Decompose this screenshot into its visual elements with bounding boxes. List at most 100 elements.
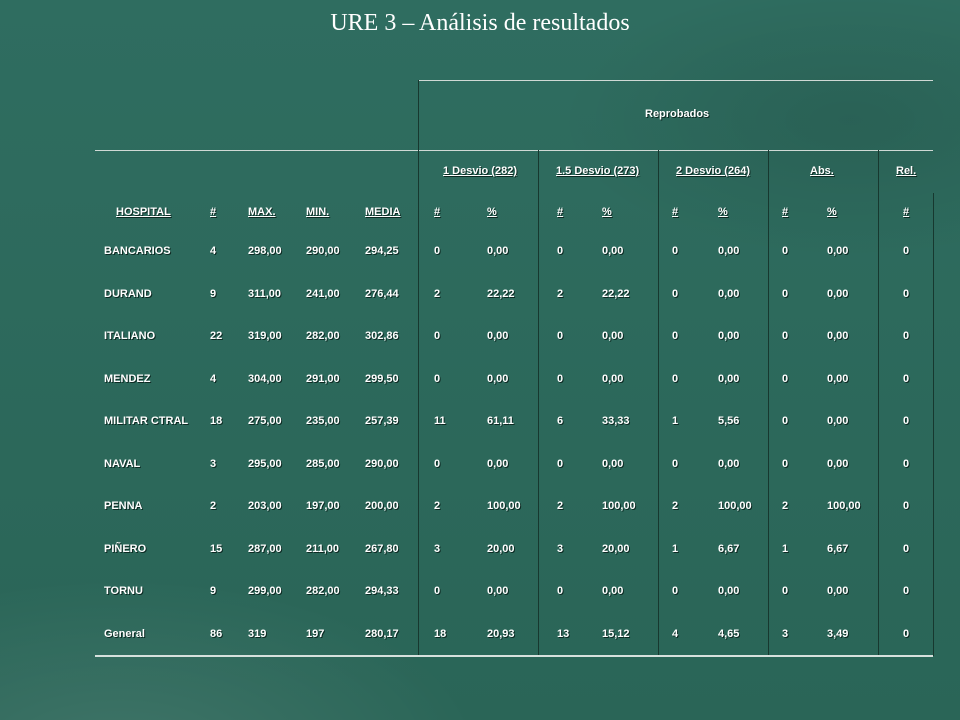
table-cell: 2 <box>210 500 217 512</box>
table-cell: 0 <box>782 585 789 597</box>
table-cell: 197,00 <box>306 500 340 512</box>
table-cell: 4,65 <box>718 627 740 640</box>
table-cell: 197 <box>306 627 325 640</box>
table-cell: 0 <box>557 457 564 470</box>
table-cell: 294,25 <box>365 245 399 257</box>
table-bottom-border <box>95 655 933 657</box>
table-cell: 294,33 <box>365 585 399 597</box>
table-cell: 3 <box>782 627 789 640</box>
table-cell: 15 <box>210 542 223 555</box>
table-cell: 0 <box>672 245 679 257</box>
rel-left-border <box>878 150 879 656</box>
desvio-header: 1.5 Desvio (273) <box>556 165 640 177</box>
table-cell: 319,00 <box>248 330 282 342</box>
table-cell: 0,00 <box>602 457 624 470</box>
table-cell: 20,93 <box>487 627 515 640</box>
table-cell: 0 <box>434 585 441 597</box>
table-cell: TORNU <box>104 585 143 597</box>
table-cell: 1 <box>782 542 789 555</box>
table-cell: 0 <box>434 372 441 385</box>
table-cell: 3,49 <box>827 627 849 640</box>
column-header: HOSPITAL <box>116 206 171 218</box>
reprobados-header: Reprobados <box>645 108 710 120</box>
table-cell: 0 <box>903 330 910 342</box>
table-cell: 0 <box>903 287 910 300</box>
table-cell: 100,00 <box>487 500 521 512</box>
table-cell: 290,00 <box>306 245 340 257</box>
desvio-header: 2 Desvio (264) <box>676 165 750 177</box>
table-cell: 298,00 <box>248 245 282 257</box>
table-cell: 20,00 <box>602 542 630 555</box>
table-cell: 4 <box>210 372 217 385</box>
table-cell: 299,50 <box>365 372 399 385</box>
table-cell: 4 <box>210 245 217 257</box>
desvio-2-left-border <box>658 150 659 656</box>
table-cell: 0 <box>672 585 679 597</box>
reprobados-left-border <box>418 80 419 656</box>
table-cell: 0,00 <box>718 372 740 385</box>
table-cell: 9 <box>210 585 217 597</box>
table-cell: 0 <box>903 542 910 555</box>
table-cell: DURAND <box>104 287 152 300</box>
table-cell: 61,11 <box>487 415 514 427</box>
abs-left-border <box>768 150 769 656</box>
table-cell: ITALIANO <box>104 330 156 342</box>
table-cell: 0 <box>903 372 910 385</box>
table-cell: 304,00 <box>248 372 282 385</box>
header-subgroup-border <box>95 150 933 151</box>
table-cell: 2 <box>672 500 679 512</box>
column-header: MIN. <box>306 206 330 218</box>
table-cell: 100,00 <box>718 500 752 512</box>
table-cell: 15,12 <box>602 627 630 640</box>
table-cell: 0 <box>782 372 789 385</box>
table-cell: 3 <box>557 542 564 555</box>
column-header: # <box>782 206 789 218</box>
table-cell: 287,00 <box>248 542 282 555</box>
table-cell: 200,00 <box>365 500 399 512</box>
column-header: MAX. <box>248 206 276 218</box>
table-cell: 0,00 <box>602 372 624 385</box>
column-header: # <box>434 206 441 218</box>
table-cell: 13 <box>557 627 570 640</box>
table-cell: 0,00 <box>487 585 509 597</box>
table-cell: 0,00 <box>718 457 740 470</box>
desvio-header: Abs. <box>810 165 834 177</box>
table-cell: 282,00 <box>306 330 340 342</box>
table-cell: 3 <box>434 542 441 555</box>
table-cell: BANCARIOS <box>104 245 171 257</box>
column-header: # <box>903 206 910 218</box>
header-top-border <box>418 80 933 81</box>
table-cell: 0,00 <box>827 415 849 427</box>
table-cell: 311,00 <box>248 287 282 300</box>
column-header: % <box>827 206 837 218</box>
column-header: MEDIA <box>365 206 401 218</box>
table-cell: 1 <box>672 542 679 555</box>
table-cell: 280,17 <box>365 627 399 640</box>
table-cell: 0 <box>903 627 910 640</box>
table-cell: 0 <box>557 372 564 385</box>
table-cell: 11 <box>434 415 446 427</box>
table-cell: 0,00 <box>718 330 740 342</box>
table-cell: MILITAR CTRAL <box>104 415 189 427</box>
column-header: # <box>557 206 564 218</box>
table-cell: 0 <box>903 415 910 427</box>
table-cell: 2 <box>557 500 564 512</box>
table-cell: 0,00 <box>718 287 740 300</box>
table-cell: 0,00 <box>602 245 624 257</box>
table-cell: 211,00 <box>306 542 340 555</box>
table-cell: 18 <box>210 415 223 427</box>
table-cell: 267,80 <box>365 542 399 555</box>
table-cell: 0,00 <box>487 245 509 257</box>
column-header: % <box>718 206 728 218</box>
table-cell: 0 <box>434 245 441 257</box>
table-cell: 203,00 <box>248 500 282 512</box>
table-cell: 0 <box>903 457 910 470</box>
table-cell: 0 <box>782 415 789 427</box>
table-cell: 3 <box>210 457 217 470</box>
table-cell: 22,22 <box>602 287 630 300</box>
table-cell: 2 <box>782 500 789 512</box>
table-cell: 0 <box>672 287 679 300</box>
table-cell: 0 <box>903 585 910 597</box>
table-cell: 0,00 <box>827 372 849 385</box>
column-header: # <box>672 206 679 218</box>
